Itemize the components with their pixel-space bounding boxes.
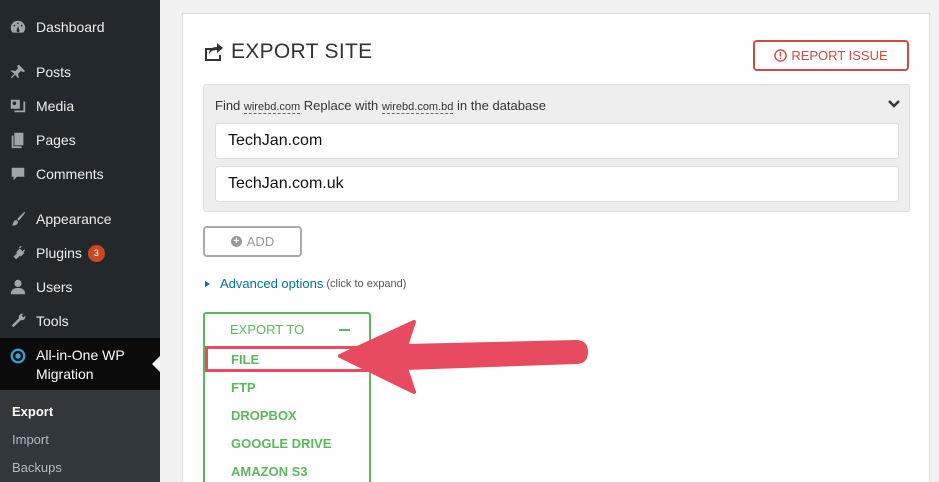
export-option-ftp[interactable]: FTP bbox=[231, 380, 256, 395]
submenu-export[interactable]: Export bbox=[12, 404, 53, 419]
sidebar-item-media[interactable]: Media bbox=[0, 89, 160, 123]
migration-icon bbox=[0, 346, 36, 365]
comment-icon bbox=[0, 165, 36, 183]
export-icon bbox=[205, 43, 223, 61]
submenu: Export Import Backups bbox=[0, 390, 160, 482]
sidebar-item-appearance[interactable]: Appearance bbox=[0, 202, 160, 236]
alert-icon bbox=[774, 49, 788, 62]
submenu-import[interactable]: Import bbox=[12, 432, 49, 447]
export-option-dropbox[interactable]: DROPBOX bbox=[231, 408, 297, 423]
update-count-badge: 3 bbox=[87, 244, 105, 262]
page-title: EXPORT SITE bbox=[203, 40, 372, 64]
find-input[interactable]: TechJan.com bbox=[215, 123, 899, 159]
annotation-arrow-icon bbox=[338, 320, 588, 394]
sidebar-label: Media bbox=[36, 98, 75, 114]
pin-icon bbox=[0, 63, 36, 81]
pages-icon bbox=[0, 131, 36, 149]
sidebar-label: Users bbox=[36, 279, 73, 295]
export-panel: EXPORT SITE REPORT ISSUE Find wirebd.com… bbox=[182, 13, 930, 482]
media-icon bbox=[0, 97, 36, 115]
sidebar-item-tools[interactable]: Tools bbox=[0, 304, 160, 338]
sidebar-item-dashboard[interactable]: Dashboard bbox=[0, 10, 160, 44]
wrench-icon bbox=[0, 312, 36, 330]
sidebar-label: Plugins bbox=[36, 245, 82, 261]
sidebar-item-plugins[interactable]: Plugins 3 bbox=[0, 236, 160, 270]
sidebar-item-posts[interactable]: Posts bbox=[0, 55, 160, 89]
admin-sidebar: Dashboard Posts Media Pages Comments App… bbox=[0, 0, 160, 482]
advanced-options-toggle[interactable]: Advanced options (click to expand) bbox=[205, 276, 406, 291]
sidebar-label: Posts bbox=[36, 64, 72, 80]
sidebar-label: Pages bbox=[36, 132, 76, 148]
find-replace-box: Find wirebd.com Replace with wirebd.com.… bbox=[203, 84, 910, 212]
sidebar-item-users[interactable]: Users bbox=[0, 270, 160, 304]
add-button[interactable]: + ADD bbox=[203, 226, 302, 257]
sidebar-label: Tools bbox=[36, 313, 69, 329]
sidebar-label: Appearance bbox=[36, 211, 112, 227]
sidebar-label: All-in-One WP Migration bbox=[36, 347, 125, 382]
sidebar-label: Comments bbox=[36, 166, 104, 182]
export-option-google-drive[interactable]: GOOGLE DRIVE bbox=[231, 436, 331, 451]
plug-icon bbox=[0, 244, 36, 262]
sidebar-item-all-in-one-wp-migration[interactable]: All-in-One WP Migration bbox=[0, 338, 160, 390]
export-option-amazon-s3[interactable]: AMAZON S3 bbox=[231, 464, 308, 479]
dashboard-icon bbox=[0, 18, 36, 36]
sidebar-label: Dashboard bbox=[36, 19, 105, 35]
user-icon bbox=[0, 278, 36, 296]
active-caret bbox=[152, 356, 160, 372]
find-replace-header: Find wirebd.com Replace with wirebd.com.… bbox=[215, 98, 546, 114]
brush-icon bbox=[0, 210, 36, 228]
report-issue-button[interactable]: REPORT ISSUE bbox=[753, 40, 909, 71]
chevron-down-icon[interactable] bbox=[887, 97, 901, 111]
caret-right-icon bbox=[205, 280, 210, 287]
export-option-file[interactable]: FILE bbox=[231, 352, 259, 367]
replace-input[interactable]: TechJan.com.uk bbox=[215, 166, 899, 202]
sidebar-item-comments[interactable]: Comments bbox=[0, 157, 160, 191]
submenu-backups[interactable]: Backups bbox=[12, 460, 62, 475]
sidebar-item-pages[interactable]: Pages bbox=[0, 123, 160, 157]
plus-icon: + bbox=[230, 236, 242, 247]
